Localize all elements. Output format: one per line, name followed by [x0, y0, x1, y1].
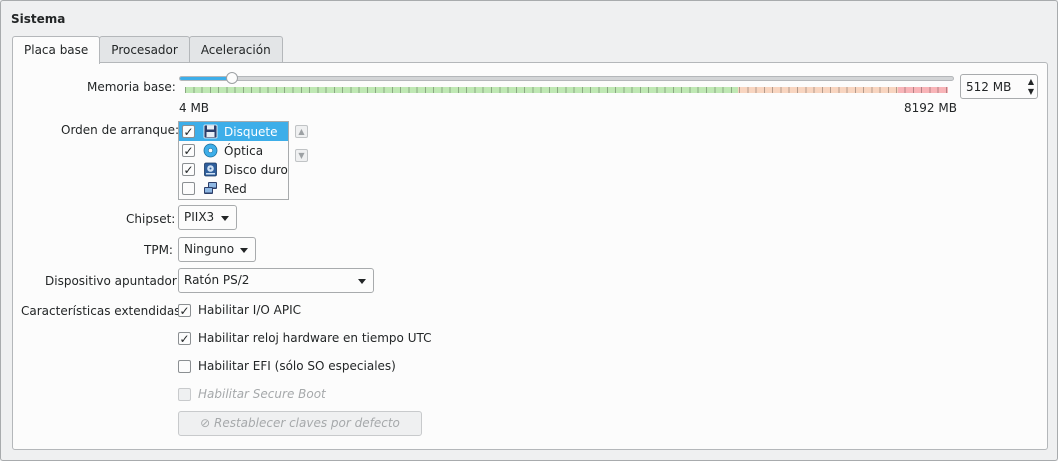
- reset-keys-label: Restablecer claves por defecto: [213, 416, 400, 430]
- efi-checkbox[interactable]: [178, 359, 191, 373]
- memory-value: 512 MB: [966, 80, 1012, 94]
- chevron-down-icon: [240, 248, 248, 253]
- arrow-up-icon: ▲: [298, 127, 305, 136]
- boot-item-label: Disquete: [224, 124, 278, 139]
- utc-checkbox[interactable]: ✓: [178, 331, 191, 345]
- boot-item-optical[interactable]: ✓ Óptica: [179, 141, 288, 160]
- secure-boot-checkbox: [178, 387, 191, 401]
- boot-order-label: Orden de arranque:: [61, 123, 180, 137]
- chipset-value: PIIX3: [184, 210, 215, 224]
- pointing-device-value: Ratón PS/2: [184, 273, 250, 287]
- utc-label: Habilitar reloj hardware en tiempo UTC: [198, 331, 432, 345]
- memory-spinbox[interactable]: 512 MB ▲ ▼: [960, 74, 1038, 99]
- efi-label: Habilitar EFI (sólo SO especiales): [198, 359, 396, 373]
- hard-disk-icon: [204, 162, 217, 177]
- tpm-label: TPM:: [144, 243, 173, 257]
- floppy-icon: [203, 124, 218, 139]
- tpm-combo[interactable]: Ninguno: [178, 237, 256, 262]
- boot-order-list[interactable]: ✓ Disquete ✓ Óptica ✓ Disco duro Red: [178, 121, 289, 200]
- tab-acceleration[interactable]: Aceleración: [188, 36, 283, 63]
- extended-features-label: Características extendidas:: [21, 304, 185, 318]
- reset-keys-button: ⊘ Restablecer claves por defecto: [178, 411, 422, 436]
- move-down-button[interactable]: ▼: [295, 149, 308, 162]
- ioapic-checkbox[interactable]: ✓: [178, 303, 191, 317]
- pointing-device-combo[interactable]: Ratón PS/2: [178, 268, 374, 293]
- memory-max-label: 8192 MB: [904, 101, 957, 115]
- boot-network-checkbox[interactable]: [182, 182, 195, 195]
- efi-row[interactable]: Habilitar EFI (sólo SO especiales): [178, 359, 396, 373]
- move-up-button[interactable]: ▲: [295, 125, 308, 138]
- boot-item-hard-disk[interactable]: ✓ Disco duro: [179, 160, 288, 179]
- network-icon: [204, 182, 217, 194]
- system-settings-frame: Sistema Placa base Procesador Aceleració…: [0, 0, 1058, 461]
- optical-disc-icon: [203, 143, 218, 158]
- boot-item-label: Disco duro: [224, 162, 288, 177]
- chevron-down-icon: [358, 279, 366, 284]
- boot-floppy-checkbox[interactable]: ✓: [182, 125, 195, 138]
- tab-processor[interactable]: Procesador: [99, 36, 190, 63]
- chevron-down-icon: [221, 216, 229, 221]
- memory-slider-track[interactable]: [179, 76, 954, 81]
- tab-motherboard[interactable]: Placa base: [12, 36, 101, 64]
- ioapic-row[interactable]: ✓ Habilitar I/O APIC: [178, 303, 301, 317]
- secure-boot-row: Habilitar Secure Boot: [178, 387, 326, 401]
- boot-hdd-checkbox[interactable]: ✓: [182, 163, 195, 176]
- arrow-down-icon: ▼: [298, 151, 305, 160]
- boot-item-network[interactable]: Red: [179, 179, 288, 198]
- tpm-value: Ninguno: [184, 242, 235, 256]
- spin-arrows-icon[interactable]: ▲ ▼: [1028, 77, 1034, 97]
- secure-boot-label: Habilitar Secure Boot: [198, 387, 326, 401]
- memory-ticks: [185, 87, 948, 93]
- chipset-combo[interactable]: PIIX3: [178, 205, 237, 230]
- memory-slider-fill: [180, 77, 228, 80]
- boot-item-label: Red: [224, 181, 247, 196]
- section-title: Sistema: [11, 12, 66, 26]
- chipset-label: Chipset:: [126, 212, 176, 226]
- boot-item-floppy[interactable]: ✓ Disquete: [179, 122, 288, 141]
- ioapic-label: Habilitar I/O APIC: [198, 303, 302, 317]
- utc-row[interactable]: ✓ Habilitar reloj hardware en tiempo UTC: [178, 331, 432, 345]
- boot-optical-checkbox[interactable]: ✓: [182, 144, 195, 157]
- pointing-device-label: Dispositivo apuntador:: [45, 274, 181, 288]
- memory-min-label: 4 MB: [179, 101, 210, 115]
- tab-bar: Placa base Procesador Aceleración: [12, 36, 283, 64]
- reset-icon: ⊘: [200, 416, 214, 430]
- memory-label: Memoria base:: [87, 80, 176, 94]
- boot-item-label: Óptica: [224, 143, 264, 158]
